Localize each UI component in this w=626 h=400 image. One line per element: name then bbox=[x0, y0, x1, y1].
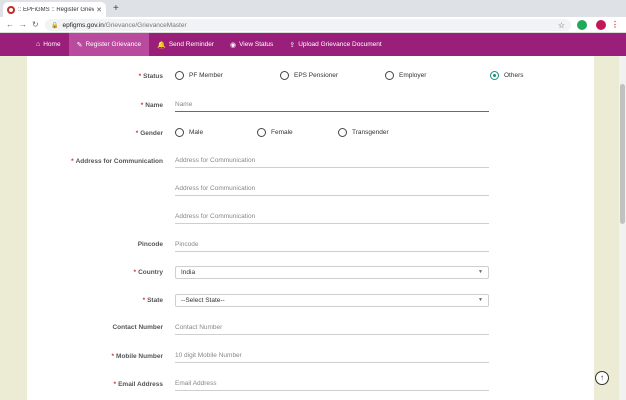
new-tab-icon[interactable]: + bbox=[113, 2, 119, 15]
email-label: * Email Address bbox=[113, 381, 163, 388]
browser-tabstrip: :: EPFiGMS :: Register Grievan... ✕ + bbox=[0, 0, 626, 17]
profile-avatar-icon[interactable] bbox=[596, 20, 606, 30]
status-radio-eps-pensioner[interactable]: EPS Pensioner bbox=[280, 71, 338, 80]
upload-icon: ⇪ bbox=[289, 41, 296, 49]
site-navigation: ⌂ Home ✎ Register Grievance 🔔 Send Remin… bbox=[0, 33, 626, 56]
nav-label: Send Reminder bbox=[168, 41, 214, 48]
pincode-input[interactable]: Pincode bbox=[175, 239, 489, 252]
state-select[interactable]: --Select State-- ▼ bbox=[175, 294, 489, 307]
nav-label: View Status bbox=[239, 41, 274, 48]
gender-label: * Gender bbox=[135, 130, 163, 137]
site-favicon-icon bbox=[7, 5, 15, 14]
radio-circle bbox=[280, 71, 289, 80]
state-label: * State bbox=[142, 297, 163, 304]
mobile-number-input[interactable]: 10 digit Mobile Number bbox=[175, 350, 489, 363]
bookmark-star-icon[interactable]: ☆ bbox=[558, 21, 565, 30]
scroll-to-top-icon[interactable]: ↑ bbox=[595, 371, 609, 385]
country-label: * Country bbox=[133, 269, 163, 276]
eye-icon: ◉ bbox=[229, 41, 237, 49]
scrollbar-thumb[interactable] bbox=[620, 84, 625, 224]
country-select[interactable]: India ▼ bbox=[175, 266, 489, 279]
mobile-number-label: * Mobile Number bbox=[111, 353, 163, 360]
url-path: /Grievance/GrievanceMaster bbox=[103, 21, 187, 29]
bell-icon: 🔔 bbox=[157, 41, 166, 49]
address-line-1-input[interactable]: Address for Communication bbox=[175, 155, 489, 168]
nav-register-grievance[interactable]: ✎ Register Grievance bbox=[68, 33, 150, 56]
page-scrollbar[interactable] bbox=[619, 56, 626, 400]
browser-menu-icon[interactable]: ⋮ bbox=[611, 19, 619, 30]
gender-radio-female[interactable]: Female bbox=[257, 128, 293, 137]
gender-radio-male[interactable]: Male bbox=[175, 128, 203, 137]
edit-icon: ✎ bbox=[76, 41, 83, 49]
nav-view-status[interactable]: ◉ View Status bbox=[222, 33, 281, 56]
status-radio-employer[interactable]: Employer bbox=[385, 71, 426, 80]
radio-circle bbox=[490, 71, 499, 80]
contact-number-label: Contact Number bbox=[112, 324, 163, 331]
radio-circle bbox=[385, 71, 394, 80]
nav-home[interactable]: ⌂ Home bbox=[28, 33, 69, 56]
nav-label: Upload Grievance Document bbox=[298, 41, 382, 48]
forward-arrow-icon[interactable]: → bbox=[19, 19, 27, 30]
status-radio-pf-member[interactable]: PF Member bbox=[175, 71, 223, 80]
lock-icon: 🔒 bbox=[51, 22, 59, 29]
tab-title: :: EPFiGMS :: Register Grievan... bbox=[18, 6, 95, 13]
nav-send-reminder[interactable]: 🔔 Send Reminder bbox=[149, 33, 222, 56]
contact-number-input[interactable]: Contact Number bbox=[175, 322, 489, 335]
name-label: * Name bbox=[140, 102, 163, 109]
pincode-label: Pincode bbox=[137, 241, 163, 248]
radio-circle bbox=[175, 128, 184, 137]
address-line-3-input[interactable]: Address for Communication bbox=[175, 211, 489, 224]
reload-icon[interactable]: ↻ bbox=[32, 19, 39, 30]
url-domain: epfigms.gov.in bbox=[62, 21, 104, 29]
browser-tab[interactable]: :: EPFiGMS :: Register Grievan... ✕ bbox=[3, 2, 106, 17]
status-radio-others[interactable]: Others bbox=[490, 71, 524, 80]
address-line-2-input[interactable]: Address for Communication bbox=[175, 183, 489, 196]
nav-upload-document[interactable]: ⇪ Upload Grievance Document bbox=[281, 33, 389, 56]
nav-label: Home bbox=[43, 41, 61, 48]
nav-label: Register Grievance bbox=[85, 41, 142, 48]
gender-radio-transgender[interactable]: Transgender bbox=[338, 128, 389, 137]
status-label: * Status bbox=[138, 73, 163, 80]
radio-circle bbox=[175, 71, 184, 80]
browser-toolbar: ← → ↻ 🔒 epfigms.gov.in /Grievance/Grieva… bbox=[0, 17, 626, 33]
close-tab-icon[interactable]: ✕ bbox=[96, 6, 102, 14]
back-arrow-icon[interactable]: ← bbox=[6, 19, 14, 30]
chevron-down-icon: ▼ bbox=[478, 297, 483, 303]
email-input[interactable]: Email Address bbox=[175, 378, 489, 391]
radio-circle bbox=[338, 128, 347, 137]
home-icon: ⌂ bbox=[36, 41, 41, 48]
name-input[interactable]: Name bbox=[175, 99, 489, 112]
address-label: * Address for Communication bbox=[71, 158, 163, 165]
extension-icon[interactable] bbox=[577, 20, 587, 30]
chevron-down-icon: ▼ bbox=[478, 269, 483, 275]
radio-circle bbox=[257, 128, 266, 137]
address-bar[interactable]: 🔒 epfigms.gov.in /Grievance/GrievanceMas… bbox=[45, 19, 571, 31]
grievance-form: * Status PF Member EPS Pensioner Employer… bbox=[27, 56, 594, 400]
